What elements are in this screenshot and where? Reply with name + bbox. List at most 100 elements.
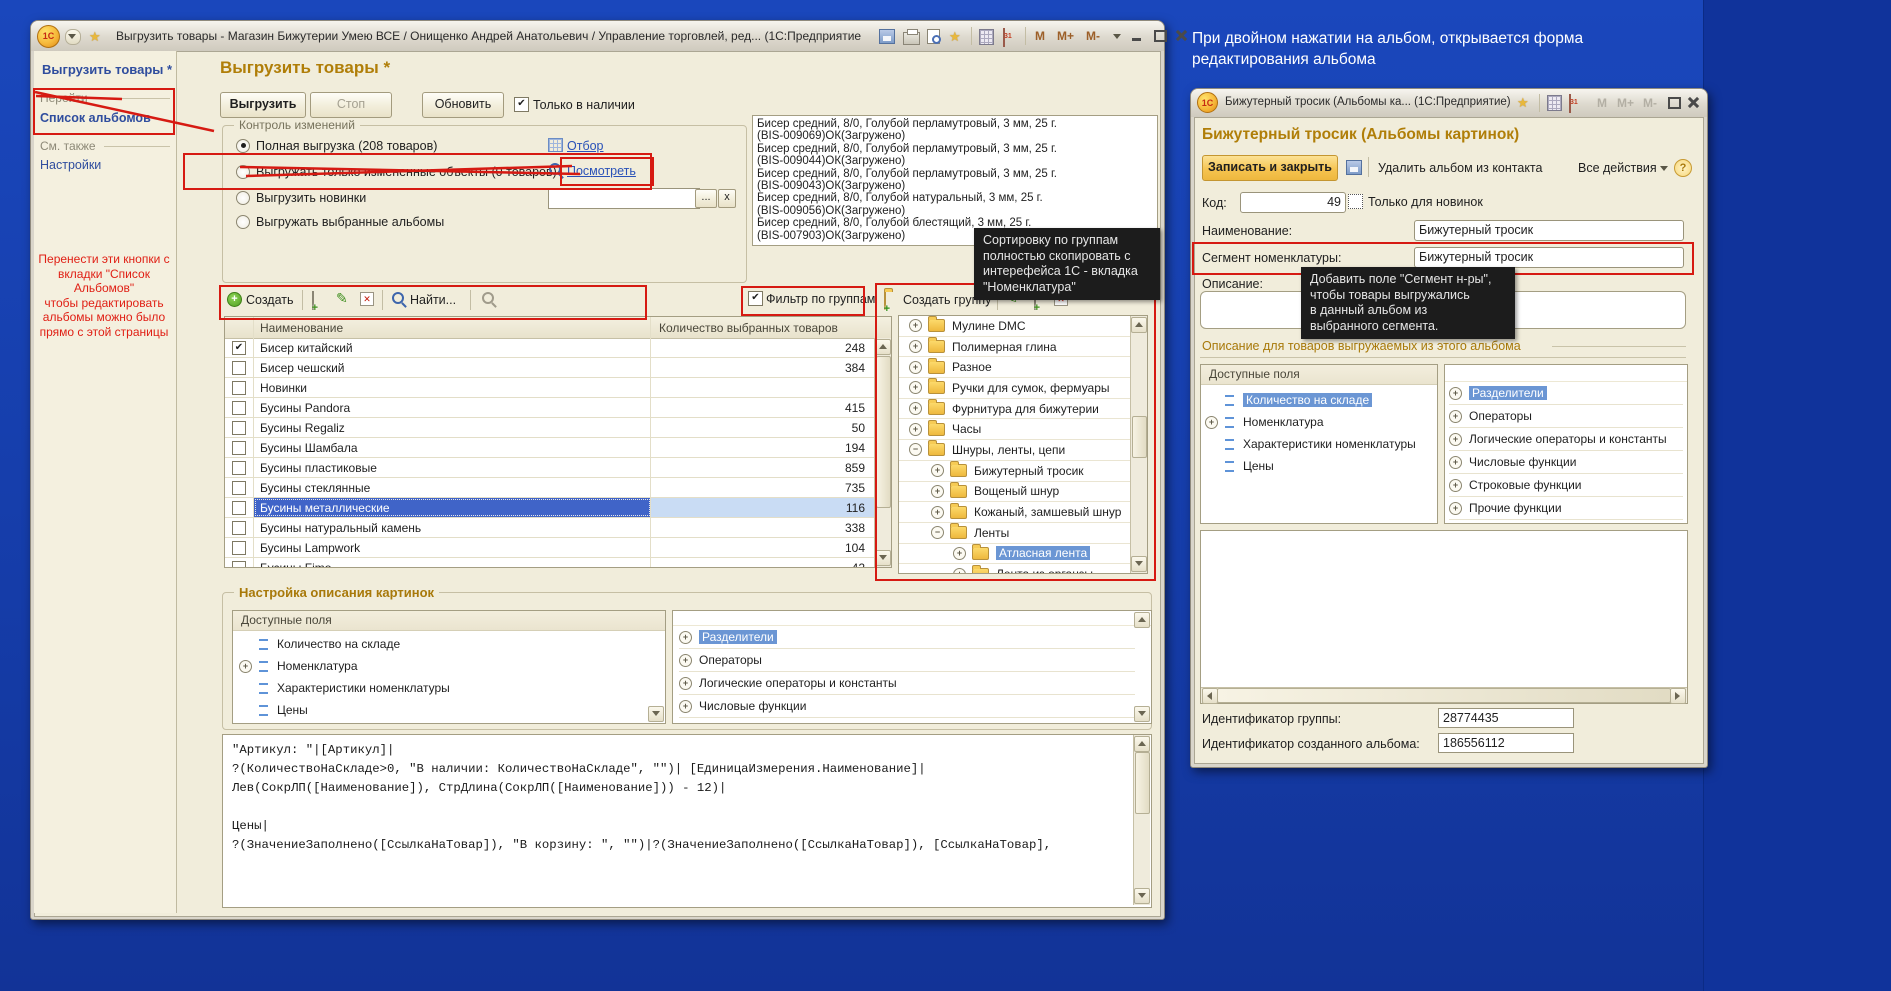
group-id-input[interactable]: 28774435 [1438,708,1574,728]
sidebar-item-settings[interactable]: Настройки [40,158,101,172]
favorites-icon[interactable] [1517,94,1533,110]
column-checkbox[interactable] [225,317,254,338]
album-titlebar[interactable]: Бижутерный тросик (Альбомы ка... (1С:Пре… [1191,89,1707,117]
row-checkbox[interactable] [232,441,246,455]
export-log-list[interactable]: Бисер средний, 8/0, Голубой перламутровы… [752,115,1158,246]
stop-button[interactable]: Стоп [310,92,392,118]
scale-caret-icon[interactable] [1113,34,1121,43]
maximize-button[interactable] [1151,28,1168,43]
field-list-item[interactable]: Числовые функции [1449,451,1683,474]
row-checkbox[interactable] [232,501,246,515]
refresh-button[interactable]: Обновить [422,92,504,118]
expander-icon[interactable] [679,654,692,667]
field-list-item[interactable]: Количество на складе [1205,389,1433,411]
field-list-item[interactable]: Строковые функции [1449,474,1683,497]
all-actions-button[interactable]: Все действия [1578,161,1657,175]
save-icon[interactable] [879,29,895,44]
expander-icon[interactable] [1449,479,1462,492]
calendar-icon[interactable] [1569,94,1571,113]
favorites-icon[interactable] [89,28,105,44]
field-list-item[interactable]: Числовые функции [679,695,1135,718]
radio-selected-albums[interactable] [236,215,250,229]
close-button[interactable] [1685,95,1702,110]
row-checkbox[interactable] [232,521,246,535]
album-h-scrollbar[interactable] [1201,687,1687,703]
filter-link[interactable]: Отбор [567,139,604,153]
name-input[interactable]: Бижутерный тросик [1414,220,1684,241]
row-checkbox[interactable] [232,361,246,375]
table-row[interactable]: Бисер чешский384 [225,358,875,378]
code-scrollbar[interactable] [1133,735,1150,905]
field-list-item[interactable]: Операторы [679,649,1135,672]
maximize-button[interactable] [1665,95,1682,110]
row-checkbox[interactable] [232,421,246,435]
scale-m-plus-button[interactable]: М+ [1057,29,1074,43]
table-row[interactable]: Бусины Lampwork104 [225,538,875,558]
field-list-item[interactable]: Цены [1205,455,1433,477]
table-row[interactable]: Бусины Regaliz50 [225,418,875,438]
preview-icon[interactable] [927,29,940,44]
row-checkbox[interactable] [232,401,246,415]
field-list-item[interactable]: Логические операторы и константы [1449,428,1683,451]
new-items-input[interactable] [548,188,700,209]
field-list-item[interactable]: Прочие функции [1449,497,1683,520]
row-checkbox[interactable] [232,381,246,395]
expander-icon[interactable] [1449,387,1462,400]
functions-scroll-down[interactable] [1134,706,1150,722]
save-icon[interactable] [1346,160,1362,175]
field-list-item[interactable]: Номенклатура [239,655,649,677]
field-list-item[interactable]: Характеристики номенклатуры [239,677,649,699]
calendar-icon[interactable] [1003,28,1005,47]
add-favorite-icon[interactable] [949,28,965,44]
choose-button[interactable]: ... [695,189,717,208]
print-icon[interactable] [903,32,920,45]
functions-scroll-up[interactable] [1134,612,1150,628]
field-list-item[interactable]: Операторы [1449,405,1683,428]
album-description-area[interactable] [1200,530,1688,704]
field-list-item[interactable]: Разделители [1449,382,1683,405]
table-row[interactable]: Бусины пластиковые859 [225,458,875,478]
scale-m-button[interactable]: М [1597,96,1607,110]
field-list-item[interactable]: Номенклатура [1205,411,1433,433]
code-input[interactable]: 49 [1240,192,1346,213]
minimize-button[interactable] [1129,28,1146,43]
help-button[interactable]: ? [1674,159,1692,177]
expander-icon[interactable] [1205,416,1218,429]
fields-scroll-down[interactable] [648,706,664,722]
table-row[interactable]: Бусины металлические116 [225,498,875,518]
radio-full-upload[interactable] [236,139,250,153]
table-row[interactable]: Бусины Pandora415 [225,398,875,418]
main-titlebar[interactable]: Выгрузить товары - Магазин Бижутерии Уме… [31,21,1164,51]
upload-button[interactable]: Выгрузить [220,92,306,118]
table-row[interactable]: Бусины стеклянные735 [225,478,875,498]
field-list-item[interactable]: Количество на складе [239,633,649,655]
table-row[interactable]: Бисер китайский248 [225,338,875,358]
clear-button[interactable]: x [718,189,736,208]
field-list-item[interactable]: Логические операторы и константы [679,672,1135,695]
expander-icon[interactable] [1449,456,1462,469]
row-checkbox[interactable] [232,541,246,555]
expander-icon[interactable] [679,631,692,644]
row-checkbox[interactable] [232,341,246,355]
calculator-icon[interactable] [979,29,994,45]
scale-m-plus-button[interactable]: М+ [1617,96,1634,110]
expander-icon[interactable] [1449,502,1462,515]
row-checkbox[interactable] [232,561,246,568]
table-row[interactable]: Новинки [225,378,875,398]
table-row[interactable]: Бусины Шамбала194 [225,438,875,458]
table-row[interactable]: Бусины натуральный камень338 [225,518,875,538]
delete-album-button[interactable]: Удалить альбом из контакта [1378,161,1542,175]
field-list-item[interactable]: Разделители [679,626,1135,649]
scale-m-minus-button[interactable]: М- [1086,29,1100,43]
column-name[interactable]: Наименование [254,317,651,338]
expander-icon[interactable] [1449,433,1462,446]
album-id-input[interactable]: 186556112 [1438,733,1574,753]
only-new-checkbox[interactable] [1348,194,1363,209]
expander-icon[interactable] [679,677,692,690]
row-checkbox[interactable] [232,461,246,475]
radio-new-items[interactable] [236,191,250,205]
system-menu-caret-icon[interactable] [65,29,81,45]
field-list-item[interactable]: Цены [239,699,649,721]
scale-m-minus-button[interactable]: М- [1643,96,1657,110]
table-row[interactable]: Бусины Fimo42 [225,558,875,567]
